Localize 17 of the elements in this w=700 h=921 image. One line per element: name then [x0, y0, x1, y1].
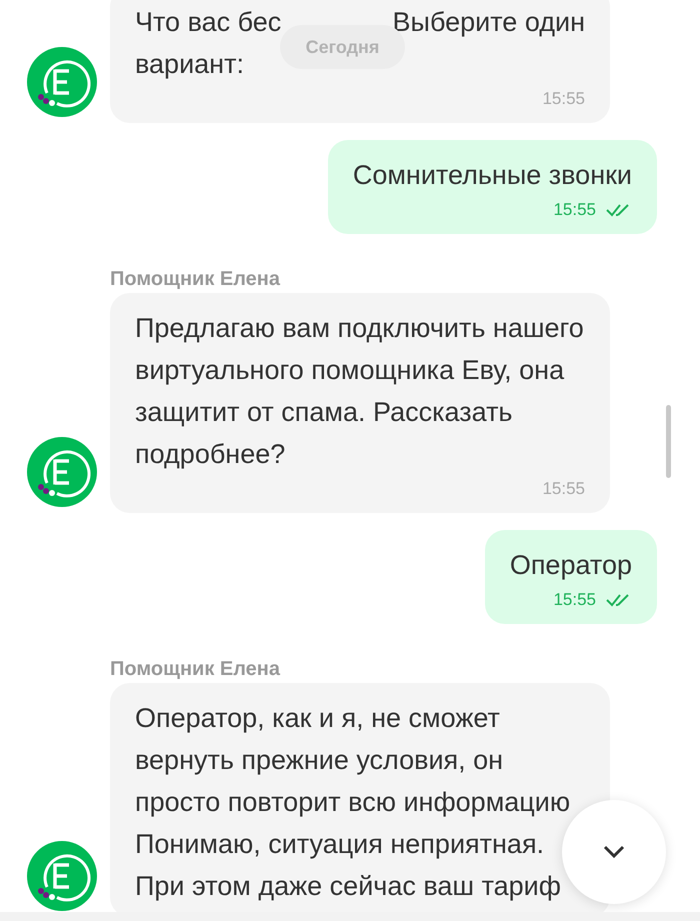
message-time: 15:55 [553, 590, 596, 610]
message-text: Оператор [510, 549, 632, 582]
message-time: 15:55 [553, 200, 596, 220]
message-time: 15:55 [542, 89, 585, 109]
message-text: Предлагаю вам подключить нашего виртуального помощника Еву, она защитит от спама. Рассказать подробнее? [135, 312, 585, 471]
message-text: Что вас бес [135, 6, 282, 39]
scrollbar[interactable] [666, 405, 671, 478]
sender-name: Помощник Елена [110, 659, 282, 679]
avatar-icon [27, 437, 97, 507]
avatar-icon [27, 841, 97, 911]
avatar-icon [27, 47, 97, 117]
message-time: 15:55 [542, 479, 585, 499]
message-text: Сомнительные звонки [352, 159, 632, 192]
sender-name: Помощник Елена [110, 269, 282, 289]
message-text: вариант: [135, 48, 244, 81]
chevron-down-icon [602, 844, 626, 860]
message-text: Оператор, как и я, не сможет вернуть прежние условия, он просто повторит всю информацию Понимаю, ситуация неприятная. При этом даже сейчас ваш тариф [135, 702, 572, 903]
